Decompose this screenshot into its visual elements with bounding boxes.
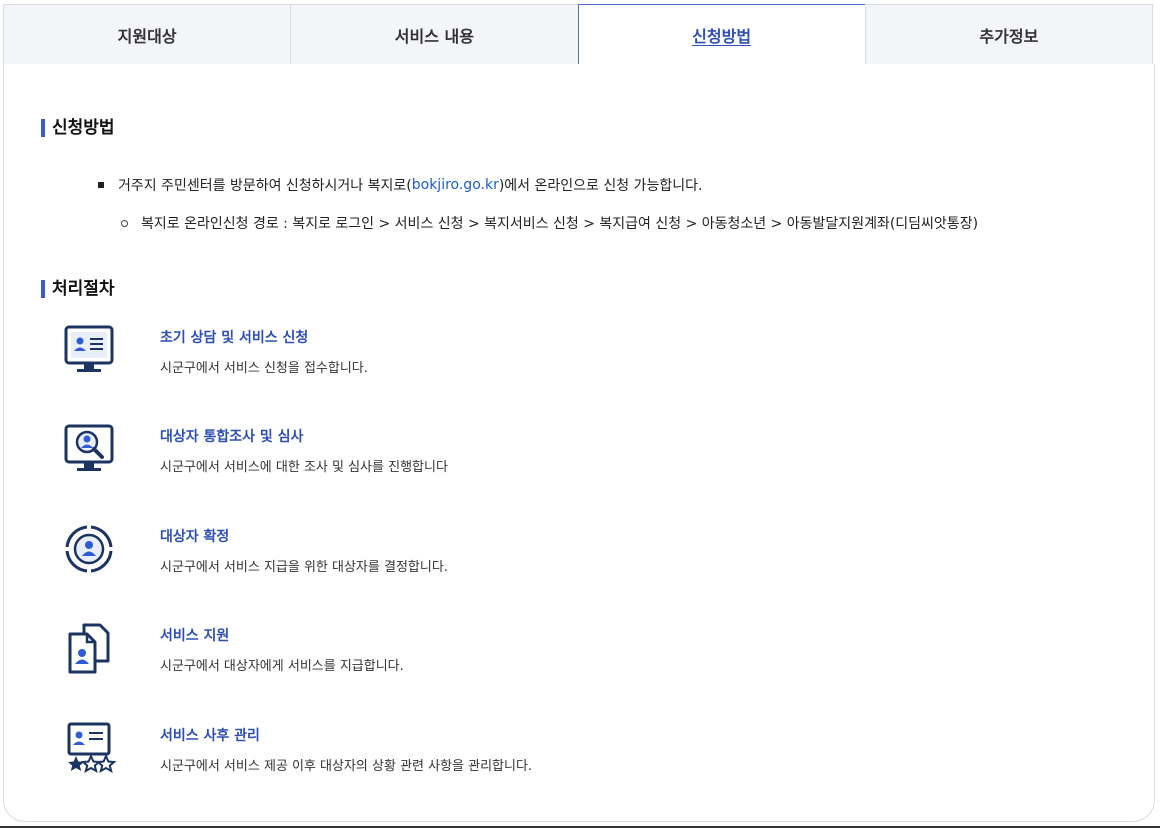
- profile-rating-icon: [67, 722, 117, 774]
- tab-bar: 지원대상 서비스 내용 신청방법 추가정보: [3, 4, 1153, 65]
- step-title: 서비스 사후 관리: [160, 728, 260, 744]
- step-description: 시군구에서 대상자에게 서비스를 지급합니다.: [160, 659, 404, 674]
- tab-additional-info[interactable]: 추가정보: [864, 4, 1153, 65]
- tab-how-to-apply[interactable]: 신청방법: [577, 4, 866, 65]
- process-step: 서비스 지원 시군구에서 대상자에게 서비스를 지급합니다.: [60, 620, 760, 680]
- section-title-process: 처리절차: [41, 280, 115, 298]
- apply-text-pre: 거주지 주민센터를 방문하여 신청하시거나 복지로(: [118, 178, 412, 194]
- step-title: 대상자 통합조사 및 심사: [160, 429, 304, 445]
- step-description: 시군구에서 서비스 제공 이후 대상자의 상황 관련 사항을 관리합니다.: [160, 759, 533, 774]
- step-title: 서비스 지원: [160, 628, 230, 644]
- process-step: 서비스 사후 관리 시군구에서 서비스 제공 이후 대상자의 상황 관련 사항을…: [60, 720, 760, 780]
- monitor-profile-icon: [64, 325, 114, 372]
- online-path-text: 복지로 온라인신청 경로 : 복지로 로그인 > 서비스 신청 > 복지서비스 …: [141, 216, 979, 232]
- process-step: 초기 상담 및 서비스 신청 시군구에서 서비스 신청을 접수합니다.: [60, 322, 760, 382]
- step-description: 시군구에서 서비스 신청을 접수합니다.: [160, 361, 368, 376]
- bokjiro-link[interactable]: bokjiro.go.kr: [412, 177, 499, 193]
- process-step: 대상자 통합조사 및 심사 시군구에서 서비스에 대한 조사 및 심사를 진행합…: [60, 421, 760, 481]
- circle-bullet-icon: [121, 219, 128, 227]
- step-title: 대상자 확정: [160, 529, 230, 545]
- step-description: 시군구에서 서비스 지급을 위한 대상자를 결정합니다.: [160, 560, 448, 575]
- step-description: 시군구에서 서비스에 대한 조사 및 심사를 진행합니다: [160, 460, 448, 475]
- tab-service-content[interactable]: 서비스 내용: [290, 4, 579, 65]
- target-person-icon: [63, 523, 115, 575]
- tab-eligibility[interactable]: 지원대상: [3, 4, 292, 65]
- apply-bullet-item: 거주지 주민센터를 방문하여 신청하시거나 복지로(bokjiro.go.kr)…: [98, 175, 702, 195]
- square-bullet-icon: [98, 182, 104, 188]
- process-step: 대상자 확정 시군구에서 서비스 지급을 위한 대상자를 결정합니다.: [60, 521, 760, 581]
- apply-sub-bullet-item: 복지로 온라인신청 경로 : 복지로 로그인 > 서비스 신청 > 복지서비스 …: [121, 213, 978, 233]
- step-title: 초기 상담 및 서비스 신청: [160, 330, 309, 346]
- monitor-search-icon: [64, 424, 114, 471]
- section-title-apply: 신청방법: [41, 119, 115, 137]
- apply-text-post: )에서 온라인으로 신청 가능합니다.: [498, 178, 703, 194]
- documents-person-icon: [68, 623, 110, 674]
